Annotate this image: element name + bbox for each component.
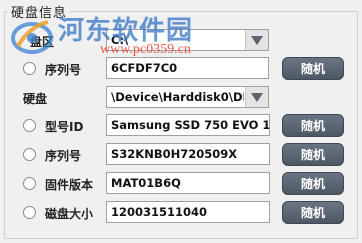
disk-serial-field[interactable]: S32KNB0H720509X bbox=[106, 143, 270, 165]
size-random-button[interactable]: 随机 bbox=[282, 201, 344, 224]
drive-select-value: C:\ bbox=[111, 33, 129, 47]
model-label: 型号ID bbox=[45, 120, 84, 134]
model-field[interactable]: Samsung SSD 750 EVO 120GB bbox=[106, 114, 270, 136]
drive-row: 盘区 C:\ bbox=[0, 28, 362, 54]
disk-row: 硬盘 \Device\Harddisk0\DR0 bbox=[0, 85, 362, 111]
volume-serial-radio[interactable] bbox=[23, 62, 36, 75]
firmware-field[interactable]: MAT01B6Q bbox=[106, 172, 270, 194]
disk-serial-radio[interactable] bbox=[23, 148, 36, 161]
volume-serial-label: 序列号 bbox=[45, 63, 82, 77]
disk-serial-random-button[interactable]: 随机 bbox=[282, 143, 344, 166]
disk-select-value: \Device\Harddisk0\DR0 bbox=[111, 90, 244, 104]
chevron-down-icon[interactable] bbox=[245, 30, 268, 50]
firmware-row: 固件版本 MAT01B6Q 随机 bbox=[0, 171, 362, 197]
drive-select[interactable]: C:\ bbox=[106, 29, 269, 51]
volume-serial-random-button[interactable]: 随机 bbox=[282, 57, 344, 80]
firmware-radio[interactable] bbox=[23, 177, 36, 190]
firmware-random-button[interactable]: 随机 bbox=[282, 172, 344, 195]
drive-label: 盘区 bbox=[30, 35, 55, 49]
size-row: 磁盘大小 120031511040 随机 bbox=[0, 200, 362, 226]
model-random-button[interactable]: 随机 bbox=[282, 114, 344, 137]
size-radio[interactable] bbox=[23, 206, 36, 219]
firmware-label: 固件版本 bbox=[45, 178, 94, 192]
disk-select[interactable]: \Device\Harddisk0\DR0 bbox=[106, 86, 269, 108]
disk-serial-row: 序列号 S32KNB0H720509X 随机 bbox=[0, 142, 362, 168]
model-radio[interactable] bbox=[23, 119, 36, 132]
group-title: 硬盘信息 bbox=[8, 2, 71, 21]
volume-serial-row: 序列号 6CFDF7C0 随机 bbox=[0, 56, 362, 82]
volume-serial-field[interactable]: 6CFDF7C0 bbox=[106, 57, 269, 79]
disk-serial-label: 序列号 bbox=[45, 149, 82, 163]
size-field[interactable]: 120031511040 bbox=[106, 201, 270, 223]
model-row: 型号ID Samsung SSD 750 EVO 120GB 随机 bbox=[0, 113, 362, 139]
chevron-down-icon[interactable] bbox=[245, 87, 268, 107]
disk-label: 硬盘 bbox=[23, 92, 48, 106]
size-label: 磁盘大小 bbox=[45, 207, 94, 221]
